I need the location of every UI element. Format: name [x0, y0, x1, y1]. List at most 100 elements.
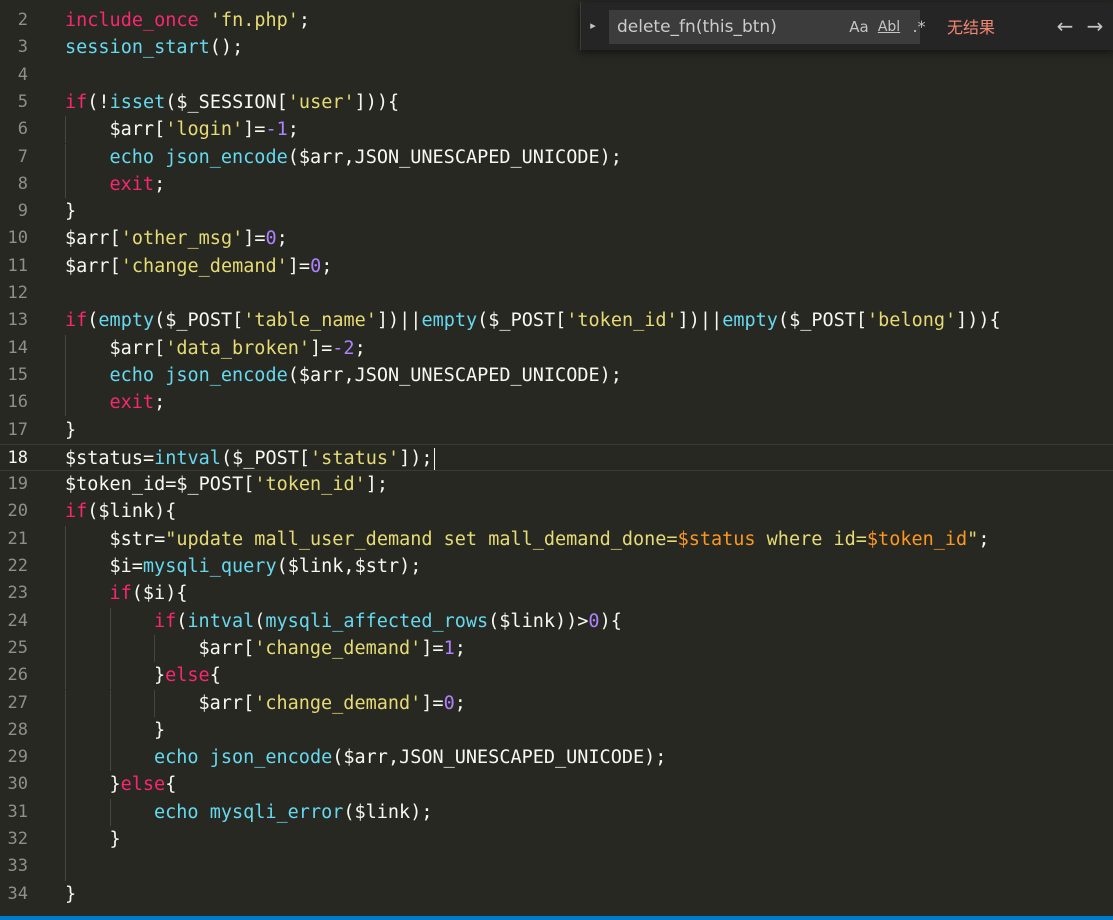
- line-number: 10: [7, 228, 28, 249]
- code-line[interactable]: 31 echo mysqli_error($link);: [0, 798, 1113, 826]
- code-line[interactable]: 11 $arr['change_demand']=0;: [0, 253, 1113, 280]
- code-token: 'other_msg': [120, 228, 244, 250]
- code-token: (: [276, 556, 288, 577]
- code-line[interactable]: 8 exit;: [0, 170, 1113, 199]
- code-token: ;: [454, 637, 466, 659]
- code-token: 0: [443, 692, 455, 714]
- code-line[interactable]: 9}: [0, 198, 1113, 225]
- code-token: ,JSON_UNESCAPED_UNICODE);: [343, 146, 622, 168]
- code-line[interactable]: 6 $arr['login']=-1;: [0, 116, 1113, 144]
- code-line[interactable]: 33: [0, 853, 1113, 881]
- line-number: 14: [7, 337, 28, 358]
- code-token: $arr: [298, 146, 344, 168]
- code-token: (: [87, 310, 99, 332]
- code-text: echo json_encode($arr,JSON_UNESCAPED_UNI…: [110, 144, 622, 171]
- arrow-right-icon[interactable]: →: [1083, 14, 1107, 38]
- code-line[interactable]: 30}else{: [0, 771, 1113, 799]
- code-line[interactable]: 25 $arr['change_demand']=1;: [0, 634, 1113, 663]
- code-line[interactable]: 17}: [0, 417, 1113, 444]
- line-number: 18: [7, 447, 28, 468]
- code-line[interactable]: 26}else{: [0, 662, 1113, 690]
- line-number: 28: [7, 719, 28, 740]
- find-input[interactable]: [609, 10, 841, 44]
- code-token: (: [343, 801, 355, 823]
- code-token: intval: [187, 610, 255, 632]
- line-number: 19: [7, 474, 28, 495]
- code-line[interactable]: 34}: [0, 881, 1113, 908]
- code-token: $i: [142, 583, 166, 605]
- code-token: ]=: [243, 228, 266, 250]
- code-line[interactable]: 18 $status=intval($_POST['status']);: [0, 443, 1113, 472]
- chevron-right-icon[interactable]: ▸: [585, 14, 601, 38]
- code-text: if($i){: [110, 580, 188, 607]
- code-token: [: [232, 310, 244, 332]
- line-number: 15: [7, 364, 28, 385]
- code-token: if: [65, 310, 88, 332]
- whole-word-toggle[interactable]: Abl: [877, 17, 901, 37]
- indent-guide: [65, 389, 66, 417]
- indent-guide: [109, 744, 111, 772]
- indent-guide: [154, 689, 155, 717]
- code-token: =: [165, 474, 177, 496]
- find-input-container: Aa Abl .*: [609, 10, 926, 44]
- code-token: 'token_id': [566, 310, 678, 332]
- code-text: include_once 'fn.php';: [65, 7, 310, 34]
- indent-guide: [65, 580, 66, 608]
- indent-guide: [65, 853, 66, 881]
- code-line[interactable]: 5 if(!isset($_SESSION['user'])){: [0, 89, 1113, 116]
- code-text: $str="update mall_user_demand set mall_d…: [110, 526, 990, 553]
- code-token: $link: [287, 556, 344, 577]
- code-token: echo: [109, 364, 155, 386]
- code-token: ]);: [399, 447, 433, 469]
- code-token: intval: [154, 447, 221, 469]
- code-line[interactable]: 16 exit;: [0, 389, 1113, 417]
- code-token: 'token_id': [254, 474, 366, 496]
- code-token: (: [477, 310, 489, 332]
- code-token: (!: [87, 91, 110, 113]
- line-number: 23: [7, 583, 28, 604]
- code-line[interactable]: 7 echo json_encode($arr,JSON_UNESCAPED_UN…: [0, 143, 1113, 171]
- code-token: ])||: [376, 310, 422, 332]
- code-token: include_once: [65, 10, 199, 31]
- code-line[interactable]: 14 $arr['data_broken']=-2;: [0, 334, 1113, 362]
- code-token: );: [410, 801, 433, 823]
- code-line[interactable]: 32}: [0, 826, 1113, 854]
- indent-guide: [65, 716, 66, 745]
- code-token: [: [109, 228, 121, 250]
- code-token: =: [154, 528, 166, 550]
- code-editor[interactable]: 2 include_once 'fn.php'; 3 session_start();…: [0, 0, 1113, 916]
- code-text: echo json_encode($arr,JSON_UNESCAPED_UNI…: [110, 362, 622, 389]
- line-number: 30: [7, 774, 28, 795]
- code-line[interactable]: 28}: [0, 716, 1113, 745]
- code-text: echo mysqli_error($link);: [154, 799, 432, 826]
- indent-guide: [65, 744, 66, 772]
- code-token: 0: [588, 610, 600, 632]
- indent-guide: [109, 607, 111, 635]
- code-line[interactable]: 27 $arr['change_demand']=0;: [0, 689, 1113, 717]
- code-line[interactable]: 20 if($link){: [0, 498, 1113, 525]
- code-line[interactable]: 15 echo json_encode($arr,JSON_UNESCAPED_U…: [0, 361, 1113, 390]
- code-line[interactable]: 12: [0, 280, 1113, 307]
- indent-guide: [65, 361, 66, 390]
- code-line[interactable]: 10 $arr['other_msg']=0;: [0, 225, 1113, 252]
- code-line[interactable]: 24 if(intval(mysqli_affected_rows($link))…: [0, 607, 1113, 635]
- code-line[interactable]: 13 if(empty($_POST['table_name'])||empty(…: [0, 307, 1113, 334]
- code-token: $str: [109, 528, 155, 550]
- code-token: [: [276, 91, 288, 113]
- code-line[interactable]: 22 $i=mysqli_query($link,$str);: [0, 553, 1113, 581]
- code-line[interactable]: 23 if($i){: [0, 580, 1113, 608]
- code-line[interactable]: 4: [0, 62, 1113, 89]
- code-line[interactable]: 19 $token_id=$_POST['token_id'];: [0, 471, 1113, 498]
- code-token: $arr: [343, 747, 388, 769]
- line-number: 5: [17, 91, 28, 112]
- code-token: 1: [443, 637, 455, 659]
- code-token: ){: [599, 610, 622, 632]
- arrow-left-icon[interactable]: ←: [1053, 14, 1077, 38]
- code-line[interactable]: 29 echo json_encode($arr,JSON_UNESCAPED_U…: [0, 744, 1113, 772]
- regex-toggle[interactable]: .*: [909, 17, 929, 37]
- code-text: $status=intval($_POST['status']);: [65, 445, 435, 472]
- code-token: );: [399, 556, 422, 577]
- code-line[interactable]: 21 $str="update mall_user_demand set mall…: [0, 525, 1113, 553]
- match-case-toggle[interactable]: Aa: [847, 17, 871, 37]
- code-token: }: [109, 829, 121, 850]
